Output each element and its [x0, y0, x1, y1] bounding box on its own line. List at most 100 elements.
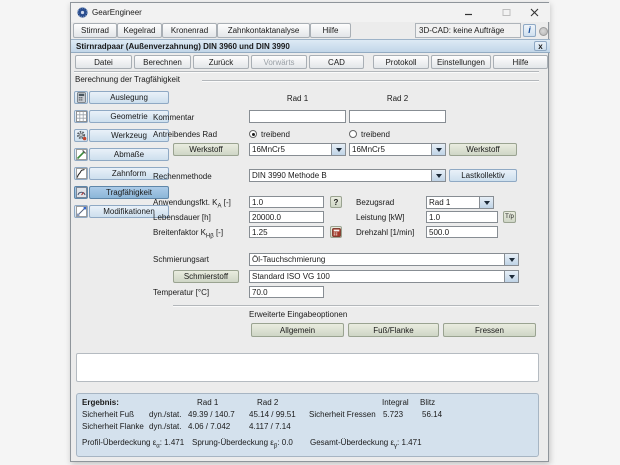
results-col-rad1: Rad 1 [197, 398, 218, 408]
help-button[interactable]: ? [330, 196, 342, 208]
column-header-rad1: Rad 1 [249, 94, 346, 104]
tooth-profile-icon [76, 168, 87, 179]
results-header: Ergebnis: [82, 398, 119, 408]
menu-stirnrad[interactable]: Stirnrad [73, 23, 117, 38]
menu-kronenrad[interactable]: Kronenrad [162, 23, 217, 38]
sidebar-item-abmasse[interactable]: Abmaße [89, 148, 169, 161]
panel-title-line [202, 80, 539, 82]
toolbar-separator [74, 71, 539, 73]
sidebar-icon-geometrie[interactable] [74, 110, 88, 123]
sidebar-icon-werkzeug[interactable] [74, 129, 88, 142]
treibend-rad1-radio[interactable] [249, 130, 257, 138]
cad-status-box: 3D-CAD: keine Aufträge [415, 23, 521, 38]
werkstoff-button-rad2[interactable]: Werkstoff [449, 143, 517, 156]
fressen-button[interactable]: Fressen [443, 323, 536, 337]
fuss-flanke-button[interactable]: Fuß/Flanke [348, 323, 439, 337]
temperatur-input[interactable] [249, 286, 324, 298]
close-button[interactable] [525, 5, 543, 19]
drehzahl-input[interactable] [426, 226, 498, 238]
sicherheit-fuss-mode: dyn./stat. [149, 410, 181, 420]
chevron-down-icon[interactable] [431, 170, 445, 181]
modifications-icon [76, 206, 87, 217]
chevron-down-icon[interactable] [504, 254, 518, 265]
grid-icon [76, 111, 87, 122]
sidebar-icon-abmasse[interactable] [74, 148, 88, 161]
chevron-down-icon[interactable] [479, 197, 493, 208]
options-separator [173, 305, 539, 307]
sprung-ueberdeckung: Sprung-Überdeckung εβ: 0.0 [192, 438, 293, 448]
sicherheit-fuss-rad1: 49.39 / 140.7 [188, 410, 235, 420]
toolbar-berechnen[interactable]: Berechnen [134, 55, 191, 69]
anwendungsfaktor-label: Anwendungsfkt. KA [-] [153, 198, 231, 208]
treibend-rad1-label: treibend [261, 130, 290, 140]
antreibendes-rad-label: Antreibendes Rad [153, 130, 217, 140]
sidebar-icon-modifikationen[interactable] [74, 205, 88, 218]
treibend-rad2-label: treibend [361, 130, 390, 140]
sicherheit-flanke-rad1: 4.06 / 7.042 [188, 422, 230, 432]
leistung-input[interactable] [426, 211, 498, 223]
calculator-icon [76, 92, 87, 103]
sidebar-icon-auslegung[interactable] [74, 91, 88, 104]
calculator-icon [332, 228, 341, 237]
torque-power-toggle-button[interactable]: T/p [503, 211, 516, 223]
toolbar-einstellungen[interactable]: Einstellungen [431, 55, 491, 69]
rechenmethode-value: DIN 3990 Methode B [250, 170, 431, 181]
allgemein-button[interactable]: Allgemein [251, 323, 344, 337]
toolbar-datei[interactable]: Datei [75, 55, 132, 69]
minimize-button[interactable] [459, 5, 477, 19]
schmierstoff-select[interactable]: Standard ISO VG 100 [249, 270, 519, 283]
app-window: GearEngineer Stirnrad Kegelrad Kronenrad… [70, 2, 549, 462]
profil-ueberdeckung: Profil-Überdeckung εα: 1.471 [82, 438, 184, 448]
info-button[interactable]: i [523, 24, 536, 37]
load-capacity-icon [76, 187, 87, 198]
sidebar-icon-tragfaehigkeit[interactable] [74, 186, 88, 199]
treibend-rad2-radio[interactable] [349, 130, 357, 138]
anwendungsfaktor-input[interactable] [249, 196, 324, 208]
results-col-rad2: Rad 2 [257, 398, 278, 408]
kommentar-rad2-input[interactable] [349, 110, 446, 123]
rechenmethode-select[interactable]: DIN 3990 Methode B [249, 169, 446, 182]
bezugsrad-select[interactable]: Rad 1 [426, 196, 494, 209]
document-title: Stirnradpaar (Außenverzahnung) DIN 3960 … [76, 42, 290, 52]
message-area [76, 353, 539, 382]
document-close-button[interactable]: x [534, 41, 547, 51]
lebensdauer-input[interactable] [249, 211, 324, 223]
chevron-down-icon[interactable] [504, 271, 518, 282]
sidebar-icon-zahnform[interactable] [74, 167, 88, 180]
gear-tool-icon [76, 130, 87, 141]
chevron-down-icon[interactable] [431, 144, 445, 155]
leistung-label: Leistung [kW] [356, 213, 404, 223]
status-led [539, 27, 548, 36]
close-icon [530, 8, 539, 17]
toolbar-vorwaerts: Vorwärts [251, 55, 307, 69]
menu-kegelrad[interactable]: Kegelrad [117, 23, 162, 38]
lastkollektiv-button[interactable]: Lastkollektiv [449, 169, 517, 182]
kommentar-rad1-input[interactable] [249, 110, 346, 123]
sicherheit-fuss-rad2: 45.14 / 99.51 [249, 410, 296, 420]
schmierungsart-label: Schmierungsart [153, 255, 209, 265]
chevron-down-icon[interactable] [331, 144, 345, 155]
toolbar-protokoll[interactable]: Protokoll [373, 55, 429, 69]
calculate-factor-button[interactable] [330, 226, 342, 238]
menu-zahnkontaktanalyse[interactable]: Zahnkontaktanalyse [217, 23, 310, 38]
column-header-rad2: Rad 2 [349, 94, 446, 104]
breitenfaktor-label: Breitenfaktor KHβ [-] [153, 228, 223, 238]
werkstoff-rad1-select[interactable]: 16MnCr5 [249, 143, 346, 156]
toolbar-hilfe[interactable]: Hilfe [493, 55, 548, 69]
breitenfaktor-input[interactable] [249, 226, 324, 238]
schmierungsart-select[interactable]: Öl-Tauchschmierung [249, 253, 519, 266]
menu-hilfe[interactable]: Hilfe [310, 23, 351, 38]
toolbar-zurueck[interactable]: Zurück [193, 55, 249, 69]
werkstoff-button[interactable]: Werkstoff [173, 143, 239, 156]
sicherheit-fuss-label: Sicherheit Fuß [82, 410, 134, 420]
toolbar-cad[interactable]: CAD [309, 55, 364, 69]
sidebar-item-auslegung[interactable]: Auslegung [89, 91, 169, 104]
maximize-button[interactable] [497, 5, 515, 19]
window-title: GearEngineer [92, 8, 142, 18]
bezugsrad-label: Bezugsrad [356, 198, 394, 208]
werkstoff-rad2-select[interactable]: 16MnCr5 [349, 143, 446, 156]
schmierstoff-button[interactable]: Schmierstoff [173, 270, 239, 283]
lebensdauer-label: Lebensdauer [h] [153, 213, 211, 223]
werkstoff-rad1-value: 16MnCr5 [250, 144, 331, 155]
sicherheit-fressen-blitz: 56.14 [422, 410, 442, 420]
